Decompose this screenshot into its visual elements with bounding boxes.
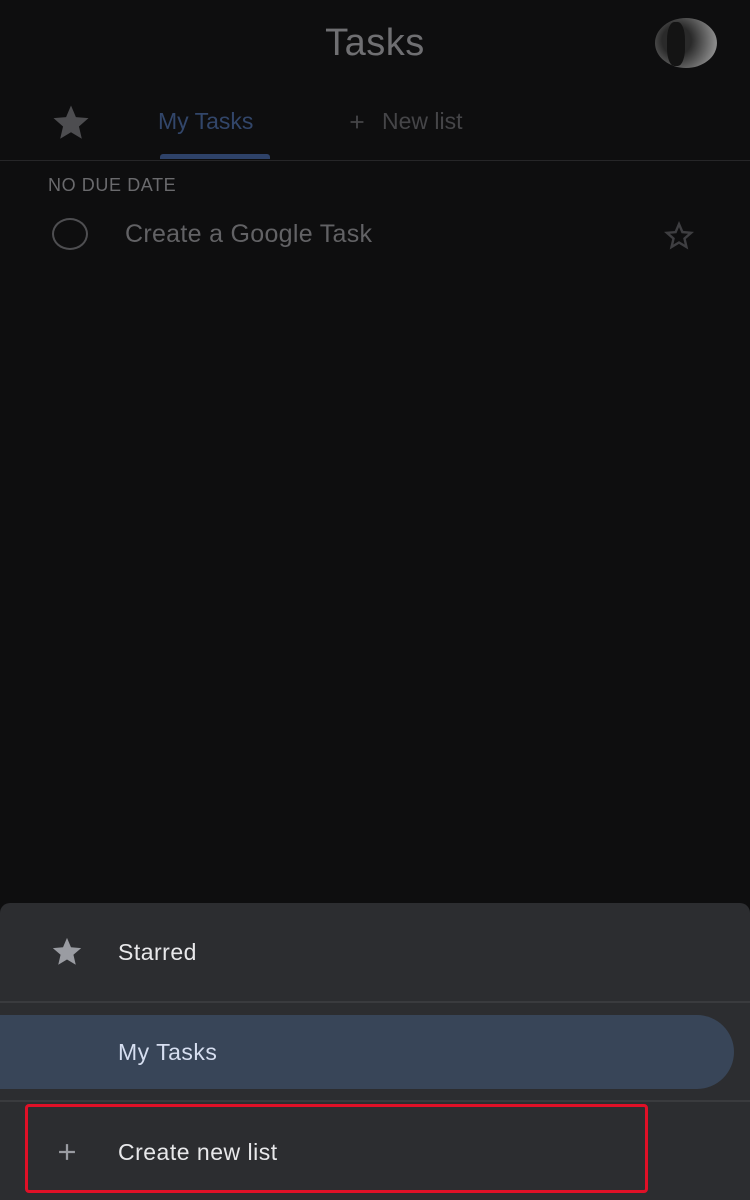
sheet-item-starred[interactable]: Starred — [0, 903, 750, 1001]
section-header: NO DUE DATE — [48, 175, 177, 195]
plus-icon — [350, 115, 364, 128]
account-avatar[interactable] — [655, 18, 717, 68]
task-complete-checkbox[interactable] — [52, 218, 88, 250]
top-app-bar: Tasks — [0, 0, 750, 90]
tab-new-list[interactable]: New list — [346, 108, 463, 135]
task-title[interactable]: Create a Google Task — [125, 220, 372, 249]
tab-new-list-label: New list — [382, 108, 463, 134]
sheet-item-label: Starred — [118, 938, 197, 965]
star-outline-icon — [664, 221, 694, 250]
bottom-sheet-menu: Starred My Tasks Create new list — [0, 903, 750, 1200]
app-root: Tasks My Tasks New list NO DUE DATE Crea… — [0, 0, 750, 1200]
task-star-toggle[interactable] — [660, 218, 698, 254]
tab-starred[interactable] — [50, 102, 92, 144]
list-tabs: My Tasks New list — [0, 90, 750, 161]
star-icon — [52, 937, 82, 965]
sheet-item-create-new-list[interactable]: Create new list — [0, 1103, 750, 1200]
task-row[interactable]: Create a Google Task — [0, 208, 750, 264]
star-icon — [53, 105, 89, 139]
tab-my-tasks[interactable]: My Tasks — [158, 108, 253, 135]
plus-icon — [59, 1144, 75, 1160]
sheet-item-label: My Tasks — [118, 1038, 218, 1065]
divider — [0, 1001, 750, 1003]
active-tab-indicator — [160, 154, 270, 159]
sheet-item-my-tasks[interactable]: My Tasks — [0, 1015, 734, 1089]
sheet-item-label: Create new list — [118, 1138, 278, 1165]
app-title: Tasks — [325, 22, 425, 64]
divider — [0, 1100, 750, 1102]
